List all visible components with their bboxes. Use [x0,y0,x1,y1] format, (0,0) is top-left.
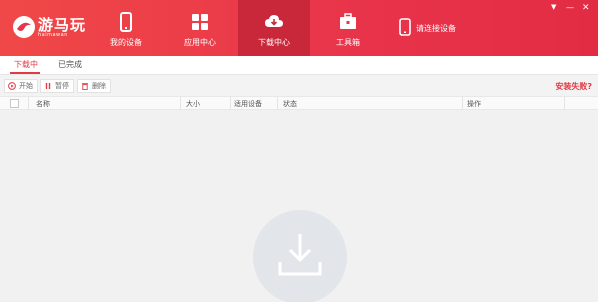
download-toolbar: 开始 暂停 删除 安装失败? [0,74,598,96]
start-icon [8,82,16,90]
nav-label: 我的设备 [110,38,142,47]
column-divider [180,97,181,109]
download-empty-icon [278,234,322,276]
download-tabs: 下载中 已完成 [0,56,598,74]
menu-dropdown-icon[interactable]: ▼ [551,3,563,13]
trash-icon [82,83,88,90]
empty-state-illustration [253,210,347,302]
tab-completed[interactable]: 已完成 [58,59,82,70]
nav-item-app-center[interactable]: 应用中心 [164,0,236,56]
toolbox-icon [340,13,356,29]
column-header-status: 状态 [283,100,297,108]
download-table-header: 名称 大小 适用设备 状态 操作 [0,96,598,110]
nav-item-download-center[interactable]: 下载中心 [238,0,310,56]
select-all-checkbox[interactable] [10,99,19,108]
cloud-download-icon [265,15,283,27]
nav-item-toolbox[interactable]: 工具箱 [312,0,384,56]
column-divider [230,97,231,109]
app-logo: 游马玩 haimawan [12,13,88,41]
column-divider [564,97,565,109]
tab-downloading[interactable]: 下载中 [14,59,38,70]
nav-label: 应用中心 [184,38,216,47]
device-icon [399,18,411,36]
start-button[interactable]: 开始 [4,79,38,93]
delete-label: 删除 [92,82,106,90]
pause-button[interactable]: 暂停 [40,79,74,93]
nav-label: 下载中心 [258,38,290,47]
column-divider [277,97,278,109]
start-label: 开始 [19,82,33,90]
column-header-device: 适用设备 [234,100,262,108]
apps-grid-icon [192,14,208,30]
phone-icon [120,12,132,32]
close-icon[interactable]: ✕ [582,3,594,13]
column-divider [462,97,463,109]
pause-icon [45,83,51,89]
download-list [0,110,598,302]
delete-button[interactable]: 删除 [77,79,111,93]
app-header: 游马玩 haimawan 我的设备 应用中心 下载中心 工具箱 请连接设备 ▼ … [0,0,598,56]
minimize-icon[interactable]: — [566,3,578,13]
column-divider [28,97,29,109]
install-failed-link[interactable]: 安装失败? [555,81,592,92]
connect-device-label: 请连接设备 [416,24,456,33]
column-header-action: 操作 [467,100,481,108]
nav-label: 工具箱 [336,38,360,47]
column-header-name: 名称 [36,100,50,108]
nav-item-my-device[interactable]: 我的设备 [90,0,162,56]
pause-label: 暂停 [55,82,69,90]
logo-mark-icon [13,16,35,38]
column-header-size: 大小 [186,100,200,108]
logo-subtext: haimawan [38,32,68,38]
